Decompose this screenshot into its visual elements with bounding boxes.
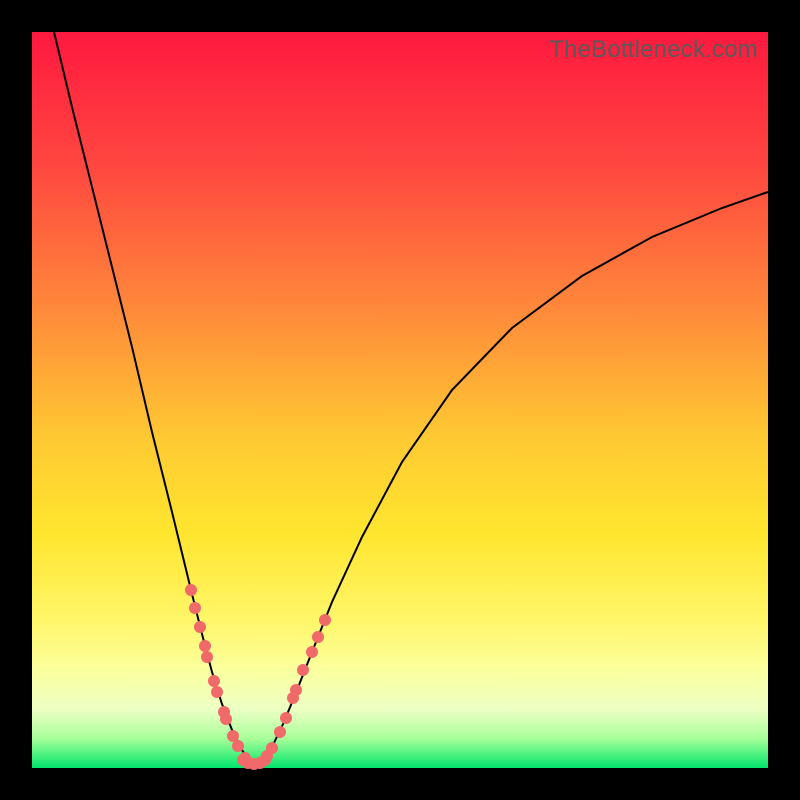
data-marker [199,640,211,652]
chart-frame: TheBottleneck.com [0,0,800,800]
bottleneck-curve [32,32,768,768]
data-marker [220,713,232,725]
data-marker [201,651,213,663]
data-marker [274,726,286,738]
data-marker [290,684,302,696]
data-marker [297,664,309,676]
data-marker [211,686,223,698]
right-curve [262,192,768,762]
data-marker [232,740,244,752]
data-markers [185,584,331,770]
data-marker [306,646,318,658]
data-marker [280,712,292,724]
data-marker [266,742,278,754]
plot-area: TheBottleneck.com [32,32,768,768]
data-marker [208,675,220,687]
data-marker [312,631,324,643]
data-marker [189,602,201,614]
left-curve [54,32,250,762]
data-marker [319,614,331,626]
data-marker [194,621,206,633]
data-marker [185,584,197,596]
data-marker [259,754,271,766]
